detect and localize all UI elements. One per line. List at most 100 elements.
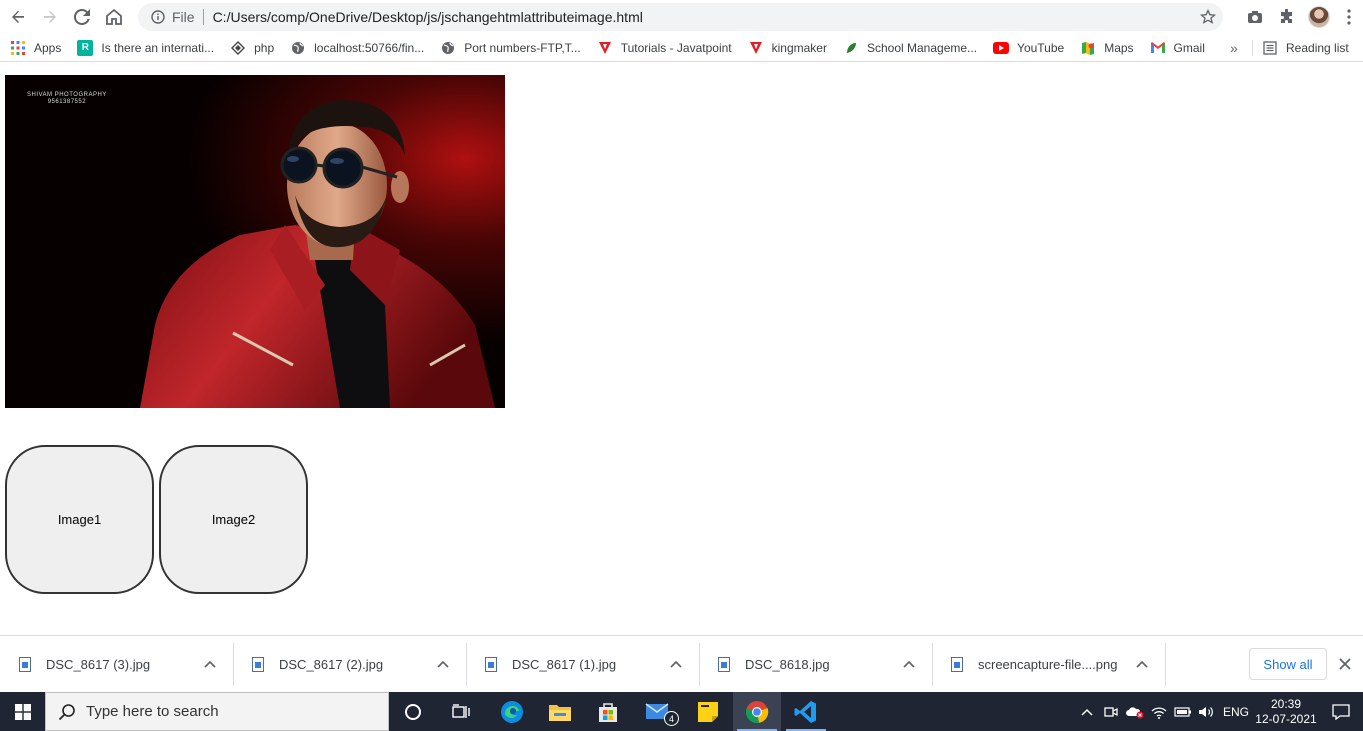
taskbar-sticky-notes[interactable]: [684, 692, 732, 731]
edge-icon: [501, 700, 523, 723]
chevron-up-icon[interactable]: [901, 656, 917, 672]
page-content: SHIVAM PHOTOGRAPHY 9561387552 Image1 Ima…: [0, 63, 1363, 635]
onedrive-error-icon[interactable]: [1123, 705, 1147, 719]
chevron-up-icon[interactable]: [435, 656, 451, 672]
bookmarks-overflow-chevron-icon[interactable]: »: [1230, 34, 1238, 62]
download-item[interactable]: DSC_8617 (1).jpg: [485, 636, 616, 693]
download-item[interactable]: DSC_8618.jpg: [718, 636, 830, 693]
image2-button[interactable]: Image2: [159, 445, 308, 594]
meet-now-icon[interactable]: [1099, 705, 1123, 719]
bookmark-gmail[interactable]: Gmail: [1150, 36, 1212, 60]
reading-list-label: Reading list: [1286, 41, 1349, 55]
cortana-button[interactable]: [389, 692, 437, 731]
bookmarks-divider: [1252, 40, 1253, 56]
bookmark-apps[interactable]: Apps: [10, 36, 68, 60]
toolbar-right: [1239, 0, 1363, 34]
store-bag-icon: [599, 702, 617, 722]
bookmark-label: YouTube: [1017, 40, 1065, 55]
windows-logo-icon: [14, 703, 31, 720]
home-icon: [106, 8, 122, 25]
notifications-button[interactable]: [1319, 703, 1363, 720]
clock[interactable]: 20:39 12-07-2021: [1253, 697, 1319, 727]
bookmark-item[interactable]: School Manageme...: [843, 36, 984, 60]
taskbar-edge[interactable]: [488, 692, 536, 731]
chevron-up-icon[interactable]: [668, 656, 684, 672]
bookmark-label: php: [254, 40, 275, 55]
bookmark-maps[interactable]: Maps: [1080, 36, 1140, 60]
start-button[interactable]: [0, 692, 45, 731]
arrow-left-icon: [12, 10, 24, 23]
home-button[interactable]: [98, 1, 130, 33]
tray-overflow-chevron-icon[interactable]: [1075, 708, 1099, 716]
reload-button[interactable]: [66, 1, 98, 33]
url-text[interactable]: C:/Users/comp/OneDrive/Desktop/js/jschan…: [204, 9, 1193, 25]
menu-kebab-icon[interactable]: [1335, 1, 1363, 33]
image-file-icon: [252, 657, 264, 672]
show-all-button[interactable]: Show all: [1249, 648, 1327, 680]
language-indicator[interactable]: ENG: [1219, 705, 1253, 719]
taskbar-vscode[interactable]: [782, 692, 830, 731]
bookmark-label: Port numbers-FTP,T...: [464, 40, 581, 55]
download-divider: [699, 643, 700, 686]
download-filename: screencapture-file....png: [978, 657, 1118, 672]
download-item[interactable]: DSC_8617 (2).jpg: [252, 636, 383, 693]
bookmark-label: kingmaker: [771, 40, 827, 55]
task-view-button[interactable]: [437, 692, 485, 731]
volume-icon[interactable]: [1195, 705, 1219, 719]
globe-icon: [440, 40, 456, 56]
taskbar-store[interactable]: [584, 692, 632, 731]
download-item[interactable]: DSC_8617 (3).jpg: [19, 636, 150, 693]
browser-toolbar: File C:/Users/comp/OneDrive/Desktop/js/j…: [0, 0, 1363, 34]
portrait-image: SHIVAM PHOTOGRAPHY 9561387552: [5, 75, 505, 408]
image-file-icon: [951, 657, 963, 672]
extensions-puzzle-icon[interactable]: [1271, 1, 1303, 33]
globe-icon: [290, 40, 306, 56]
bookmark-item[interactable]: kingmaker: [748, 36, 834, 60]
system-tray: ENG 20:39 12-07-2021: [1075, 692, 1363, 731]
battery-icon[interactable]: [1171, 706, 1195, 717]
close-icon[interactable]: [1335, 654, 1355, 674]
info-icon[interactable]: [144, 10, 172, 24]
reading-list-button[interactable]: Reading list: [1263, 34, 1349, 62]
address-bar[interactable]: File C:/Users/comp/OneDrive/Desktop/js/j…: [138, 3, 1223, 31]
back-button[interactable]: [2, 1, 34, 33]
forward-button[interactable]: [34, 1, 66, 33]
chevron-up-icon[interactable]: [1134, 656, 1150, 672]
notification-speech-icon: [1332, 703, 1350, 720]
download-item[interactable]: screencapture-file....png: [951, 636, 1117, 693]
download-divider: [233, 643, 234, 686]
leaf-icon: [843, 40, 859, 56]
task-view-icon: [452, 703, 470, 718]
camera-icon[interactable]: [1239, 1, 1271, 33]
taskbar-mail[interactable]: 4: [634, 692, 682, 731]
reload-icon: [74, 9, 90, 25]
taskbar-search-input[interactable]: Type here to search: [45, 692, 389, 731]
taskbar-file-explorer[interactable]: [536, 692, 584, 731]
download-filename: DSC_8617 (3).jpg: [46, 657, 151, 672]
download-filename: DSC_8617 (1).jpg: [512, 657, 617, 672]
bookmark-item[interactable]: R Is there an internati...: [77, 36, 221, 60]
download-filename: DSC_8617 (2).jpg: [279, 657, 384, 672]
reading-list-icon: [1263, 41, 1277, 55]
chrome-icon: [745, 700, 769, 723]
chevron-up-icon[interactable]: [202, 656, 218, 672]
bookmark-item[interactable]: php: [230, 36, 281, 60]
bookmarks-bar: Apps R Is there an internati... php loca…: [0, 34, 1363, 62]
diamond-icon: [230, 40, 246, 56]
windows-taskbar: Type here to search 4 ENG 20:39 12-07-20…: [0, 692, 1363, 731]
bookmark-label: School Manageme...: [866, 40, 978, 55]
download-divider: [932, 643, 933, 686]
taskbar-chrome[interactable]: [733, 692, 781, 731]
bookmark-item[interactable]: Port numbers-FTP,T...: [440, 36, 587, 60]
apps-grid-icon: [10, 40, 26, 56]
profile-avatar[interactable]: [1303, 1, 1335, 33]
image1-button[interactable]: Image1: [5, 445, 154, 594]
bookmark-star-icon[interactable]: [1193, 9, 1223, 25]
bookmark-youtube[interactable]: YouTube: [993, 36, 1071, 60]
bookmark-item[interactable]: Tutorials - Javatpoint: [597, 36, 739, 60]
bookmark-label: Tutorials - Javatpoint: [620, 40, 732, 55]
sticky-notes-icon: [698, 701, 718, 722]
wifi-icon[interactable]: [1147, 705, 1171, 719]
bookmark-item[interactable]: localhost:50766/fin...: [290, 36, 431, 60]
avatar: [1308, 6, 1330, 28]
